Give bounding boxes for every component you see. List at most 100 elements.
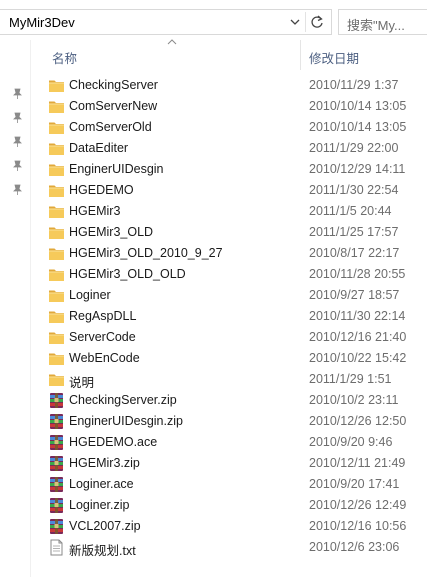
list-item[interactable]: HGEMir3_OLD 2011/1/25 17:57: [40, 222, 427, 243]
winrar-archive-icon: [48, 392, 65, 409]
list-item[interactable]: Loginer.ace 2010/9/20 17:41: [40, 474, 427, 495]
list-item[interactable]: HGEMir3 2011/1/5 20:44: [40, 201, 427, 222]
file-date-modified: 2010/9/27 18:57: [309, 288, 400, 302]
file-date-modified: 2011/1/25 17:57: [309, 225, 399, 239]
file-date-modified: 2010/9/20 17:41: [309, 477, 400, 491]
pin-icon[interactable]: [12, 136, 23, 147]
file-date-modified: 2010/12/11 21:49: [309, 456, 406, 470]
folder-icon: [48, 140, 65, 157]
file-date-modified: 2010/10/14 13:05: [309, 99, 407, 113]
list-item[interactable]: 说明 2011/1/29 1:51: [40, 369, 427, 390]
folder-icon: [48, 287, 65, 304]
list-item[interactable]: HGEDEMO.ace 2010/9/20 9:46: [40, 432, 427, 453]
winrar-archive-icon: [48, 497, 65, 514]
navigation-pane-divider: [30, 40, 31, 577]
folder-icon: [48, 371, 65, 388]
list-item[interactable]: HGEMir3.zip 2010/12/11 21:49: [40, 453, 427, 474]
file-date-modified: 2011/1/29 1:51: [309, 372, 392, 386]
column-header-date-modified[interactable]: 修改日期: [309, 48, 359, 67]
list-item[interactable]: EnginerUIDesgin.zip 2010/12/26 12:50: [40, 411, 427, 432]
folder-icon: [48, 182, 65, 199]
list-item[interactable]: HGEMir3_OLD_OLD 2010/11/28 20:55: [40, 264, 427, 285]
file-date-modified: 2010/10/2 23:11: [309, 393, 399, 407]
text-file-icon: [48, 539, 65, 556]
folder-icon: [48, 77, 65, 94]
file-date-modified: 2011/1/29 22:00: [309, 141, 399, 155]
list-item[interactable]: ServerCode 2010/12/16 21:40: [40, 327, 427, 348]
list-item[interactable]: RegAspDLL 2010/11/30 22:14: [40, 306, 427, 327]
pin-icon[interactable]: [12, 88, 23, 99]
file-date-modified: 2010/12/6 23:06: [309, 540, 400, 554]
file-name: ComServerOld: [69, 120, 152, 134]
list-item[interactable]: ComServerNew 2010/10/14 13:05: [40, 96, 427, 117]
file-name: Loginer.ace: [69, 477, 134, 491]
search-input[interactable]: 搜索"My...: [347, 15, 405, 34]
file-name: Loginer.zip: [69, 498, 130, 512]
file-name: CheckingServer.zip: [69, 393, 177, 407]
file-name: 新版规划.txt: [69, 544, 136, 558]
sort-ascending-icon: [167, 39, 177, 45]
file-date-modified: 2010/10/14 13:05: [309, 120, 407, 134]
folder-icon: [48, 308, 65, 325]
list-item[interactable]: DataEditer 2011/1/29 22:00: [40, 138, 427, 159]
file-date-modified: 2010/12/16 21:40: [309, 330, 407, 344]
list-item[interactable]: WebEnCode 2010/10/22 15:42: [40, 348, 427, 369]
file-name: HGEMir3_OLD_2010_9_27: [69, 246, 223, 260]
chevron-down-icon[interactable]: [289, 16, 301, 28]
folder-icon: [48, 245, 65, 262]
file-name: EnginerUIDesgin.zip: [69, 414, 183, 428]
folder-icon: [48, 224, 65, 241]
winrar-archive-icon: [48, 434, 65, 451]
file-name: VCL2007.zip: [69, 519, 141, 533]
file-date-modified: 2011/1/30 22:54: [309, 183, 399, 197]
file-date-modified: 2010/8/17 22:17: [309, 246, 400, 260]
file-date-modified: 2010/11/28 20:55: [309, 267, 406, 281]
file-date-modified: 2010/12/26 12:49: [309, 498, 407, 512]
pin-icon[interactable]: [12, 184, 23, 195]
file-name: CheckingServer: [69, 78, 158, 92]
file-name: HGEMir3: [69, 204, 121, 218]
file-date-modified: 2010/9/20 9:46: [309, 435, 393, 449]
list-item[interactable]: VCL2007.zip 2010/12/16 10:56: [40, 516, 427, 537]
file-name: WebEnCode: [69, 351, 140, 365]
file-name: HGEMir3_OLD: [69, 225, 154, 239]
file-date-modified: 2010/12/29 14:11: [309, 162, 406, 176]
list-item[interactable]: Loginer.zip 2010/12/26 12:49: [40, 495, 427, 516]
file-date-modified: 2010/11/30 22:14: [309, 309, 406, 323]
folder-icon: [48, 161, 65, 178]
list-item[interactable]: HGEMir3_OLD_2010_9_27 2010/8/17 22:17: [40, 243, 427, 264]
address-bar[interactable]: MyMir3Dev: [0, 9, 332, 35]
file-name: DataEditer: [69, 141, 129, 155]
pin-icon[interactable]: [12, 160, 23, 171]
column-divider[interactable]: [300, 40, 301, 70]
file-date-modified: 2010/12/16 10:56: [309, 519, 407, 533]
folder-icon: [48, 329, 65, 346]
list-item[interactable]: Loginer 2010/9/27 18:57: [40, 285, 427, 306]
winrar-archive-icon: [48, 476, 65, 493]
file-name: Loginer: [69, 288, 111, 302]
file-name: HGEDEMO.ace: [69, 435, 158, 449]
list-item[interactable]: 新版规划.txt 2010/12/6 23:06: [40, 537, 427, 558]
winrar-archive-icon: [48, 455, 65, 472]
list-item[interactable]: CheckingServer.zip 2010/10/2 23:11: [40, 390, 427, 411]
search-box[interactable]: 搜索"My...: [338, 9, 427, 35]
file-name: EnginerUIDesgin: [69, 162, 164, 176]
refresh-icon[interactable]: [309, 14, 325, 30]
winrar-archive-icon: [48, 518, 65, 535]
file-name: ServerCode: [69, 330, 136, 344]
pin-icon[interactable]: [12, 112, 23, 123]
list-item[interactable]: EnginerUIDesgin 2010/12/29 14:11: [40, 159, 427, 180]
file-date-modified: 2010/11/29 1:37: [309, 78, 399, 92]
folder-icon: [48, 119, 65, 136]
folder-icon: [48, 98, 65, 115]
address-path[interactable]: MyMir3Dev: [9, 15, 75, 30]
list-item[interactable]: ComServerOld 2010/10/14 13:05: [40, 117, 427, 138]
file-name: HGEDEMO: [69, 183, 134, 197]
list-item[interactable]: HGEDEMO 2011/1/30 22:54: [40, 180, 427, 201]
file-name: HGEMir3.zip: [69, 456, 140, 470]
folder-icon: [48, 203, 65, 220]
column-header-name[interactable]: 名称: [52, 48, 77, 67]
list-item[interactable]: CheckingServer 2010/11/29 1:37: [40, 75, 427, 96]
file-name: 说明: [69, 376, 95, 390]
address-divider: [305, 12, 306, 32]
